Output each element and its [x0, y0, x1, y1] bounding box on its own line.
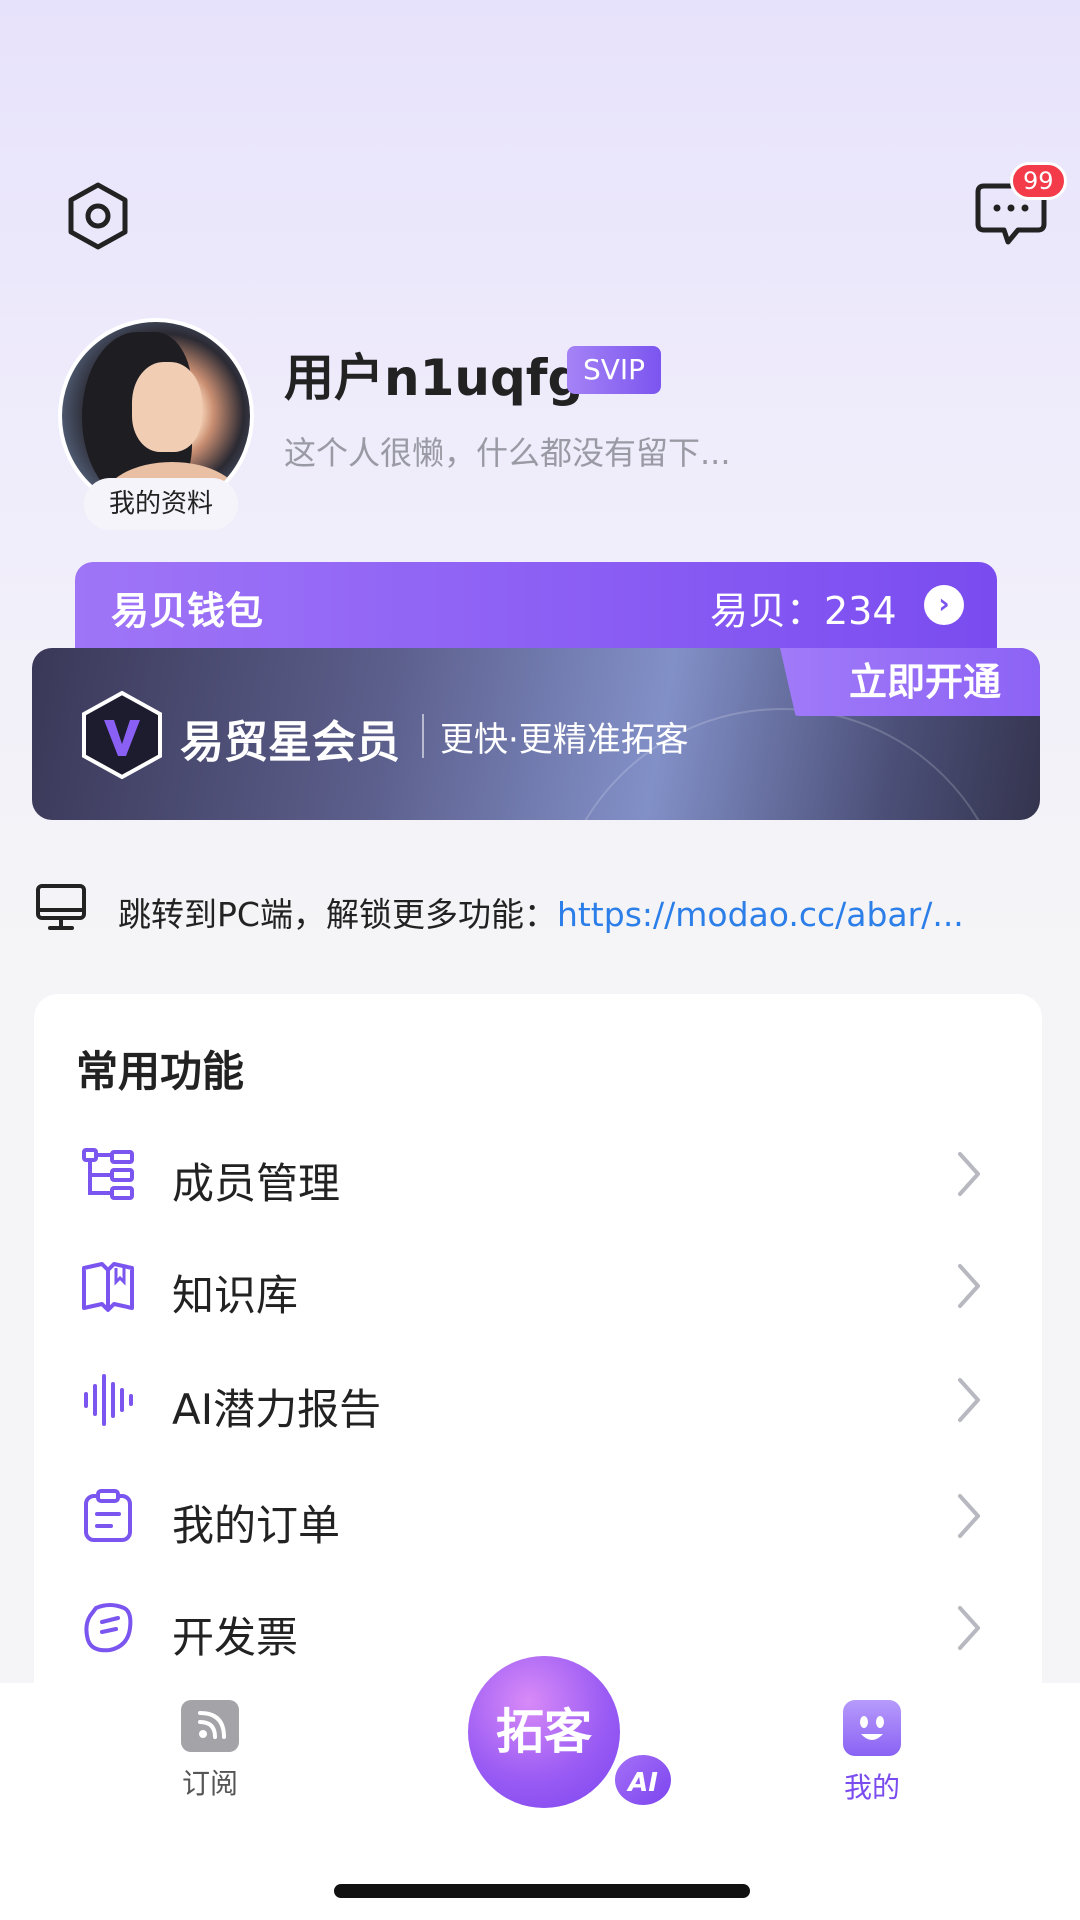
menu-item-label: 我的订单 [172, 1501, 341, 1550]
menu-item-label: AI潜力报告 [172, 1385, 382, 1434]
wallet-title: 易贝钱包 [111, 589, 264, 633]
membership-title: 易贸星会员 [180, 717, 400, 768]
menu-item-label: 知识库 [172, 1271, 299, 1320]
nav-label: 订阅 [181, 1767, 238, 1800]
open-membership-button[interactable]: 立即开通 [780, 648, 1040, 716]
smiley-icon [843, 1700, 901, 1756]
tuoke-center-button[interactable]: 拓客 [468, 1656, 620, 1808]
home-indicator [334, 1884, 750, 1898]
monitor-icon [36, 884, 86, 930]
menu-item-label: 成员管理 [172, 1159, 341, 1208]
nav-label: 我的 [843, 1771, 900, 1804]
chevron-right-icon [958, 1264, 980, 1308]
org-tree-icon [82, 1148, 134, 1200]
rss-icon [181, 1700, 239, 1752]
pc-link-url[interactable]: https://modao.cc/abar/... [557, 895, 964, 934]
chevron-right-icon [958, 1494, 980, 1538]
clipboard-icon [84, 1489, 132, 1542]
membership-subtitle: 更快·更精准拓客 [440, 720, 689, 760]
ai-badge: AI [612, 1752, 674, 1808]
divider [422, 714, 424, 758]
chevron-right-icon [958, 1378, 980, 1422]
username: 用户n1uqfg [284, 349, 584, 407]
pc-link-text: 跳转到PC端，解锁更多功能： [118, 895, 557, 934]
user-bio: 这个人很懒，什么都没有留下... [284, 434, 731, 472]
menu-item-knowledge-base[interactable]: 知识库 [34, 1230, 1042, 1342]
sound-wave-icon [84, 1374, 133, 1426]
chevron-right-icon[interactable]: › [924, 585, 964, 625]
menu-item-my-orders[interactable]: 我的订单 [34, 1460, 1042, 1572]
pc-link-row[interactable]: 跳转到PC端，解锁更多功能：https://modao.cc/abar/... [118, 888, 964, 936]
menu-item-label: 开发票 [172, 1613, 299, 1662]
menu-item-member-management[interactable]: 成员管理 [34, 1118, 1042, 1230]
nav-item-subscribe[interactable]: 订阅 [140, 1700, 280, 1802]
invoice-icon [84, 1603, 133, 1653]
chevron-right-icon [958, 1152, 980, 1196]
membership-logo-icon [82, 690, 162, 780]
nav-item-me[interactable]: 我的 [802, 1700, 942, 1806]
my-profile-tag[interactable]: 我的资料 [84, 478, 238, 530]
book-icon [82, 1262, 134, 1312]
chevron-right-icon [958, 1606, 980, 1650]
menu-item-ai-report[interactable]: AI潜力报告 [34, 1344, 1042, 1456]
wallet-balance: 易贝：234 [710, 589, 897, 633]
settings-icon[interactable] [62, 180, 134, 252]
functions-title: 常用功能 [76, 1047, 245, 1096]
svip-badge: SVIP [567, 346, 661, 394]
message-badge: 99 [1010, 162, 1067, 200]
